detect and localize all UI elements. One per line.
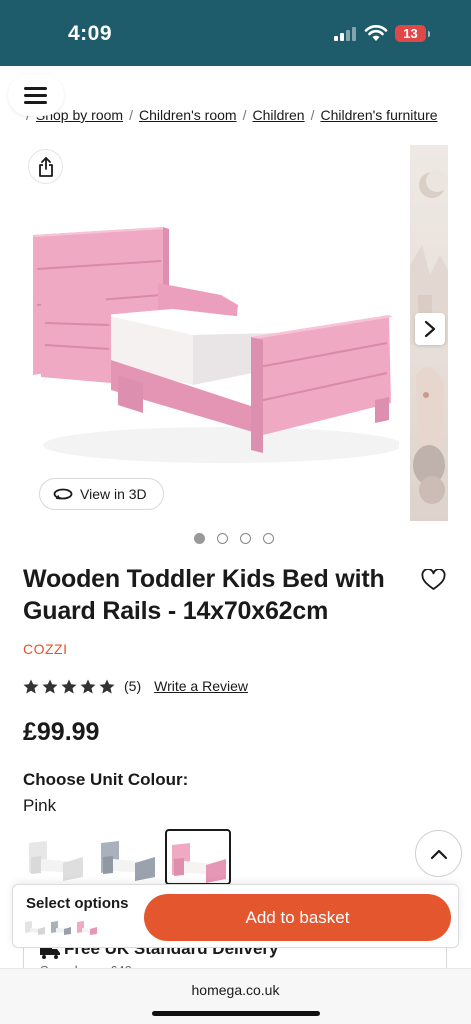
breadcrumb-separator: / bbox=[242, 107, 247, 123]
breadcrumb-childrens-room[interactable]: Children's room bbox=[139, 107, 237, 123]
product-price: £99.99 bbox=[23, 718, 100, 746]
white-bed-thumbnail bbox=[29, 841, 83, 881]
battery-tip bbox=[428, 31, 430, 37]
scroll-to-top-button[interactable] bbox=[415, 830, 462, 877]
gallery-next-button[interactable] bbox=[415, 313, 445, 345]
star-icon bbox=[80, 679, 96, 693]
gallery-dot[interactable] bbox=[194, 533, 205, 544]
breadcrumb-separator: / bbox=[310, 107, 315, 123]
share-button[interactable] bbox=[28, 149, 63, 184]
pink-bed-thumbnail bbox=[172, 843, 226, 883]
gallery-dot[interactable] bbox=[217, 533, 228, 544]
review-count[interactable]: (5) bbox=[124, 678, 141, 694]
mini-swatch-pink bbox=[77, 921, 97, 935]
product-title: Wooden Toddler Kids Bed with Guard Rails… bbox=[23, 565, 385, 625]
breadcrumb-childrens-furniture[interactable]: Children's furniture bbox=[320, 107, 437, 123]
url-text[interactable]: homega.co.uk bbox=[0, 982, 471, 998]
star-icon bbox=[42, 679, 58, 693]
selected-colour-value: Pink bbox=[23, 796, 57, 815]
mini-colour-swatches[interactable] bbox=[23, 919, 99, 936]
add-to-basket-button[interactable]: Add to basket bbox=[144, 894, 451, 941]
star-icon bbox=[23, 679, 39, 693]
status-time: 4:09 bbox=[68, 22, 113, 45]
brand-link[interactable]: COZZI bbox=[23, 641, 68, 657]
hamburger-menu-button[interactable] bbox=[8, 74, 64, 116]
gallery-dot[interactable] bbox=[240, 533, 251, 544]
view-in-3d-button[interactable]: View in 3D bbox=[39, 478, 164, 510]
battery-icon: 13 bbox=[395, 25, 426, 42]
product-rating: (5) Write a Review bbox=[23, 678, 248, 694]
select-options-label[interactable]: Select options bbox=[26, 895, 129, 912]
star-icon bbox=[99, 679, 115, 693]
share-icon bbox=[38, 156, 53, 177]
breadcrumb-separator: / bbox=[129, 107, 133, 123]
browser-address-bar: homega.co.uk bbox=[0, 968, 471, 1024]
status-bar: 4:09 13 bbox=[0, 0, 471, 66]
star-rating bbox=[23, 679, 115, 694]
breadcrumb-children[interactable]: Children bbox=[252, 107, 304, 123]
mini-swatch-grey bbox=[51, 921, 71, 935]
rotate-3d-icon bbox=[53, 488, 73, 500]
colour-swatch-grey[interactable] bbox=[95, 829, 161, 885]
gallery-dot[interactable] bbox=[263, 533, 274, 544]
pink-toddler-bed-image bbox=[33, 227, 399, 463]
chevron-up-icon bbox=[430, 849, 447, 859]
wifi-icon bbox=[364, 25, 388, 41]
sticky-basket-bar: Select options Add to basket bbox=[12, 884, 459, 948]
signal-icon bbox=[334, 27, 358, 41]
breadcrumb: / Shop by room / Children's room / Child… bbox=[26, 107, 438, 123]
home-indicator[interactable] bbox=[152, 1011, 320, 1016]
product-image[interactable] bbox=[23, 145, 399, 521]
grey-bed-thumbnail bbox=[101, 841, 155, 881]
gallery-pagination bbox=[194, 533, 274, 544]
mini-swatch-white bbox=[25, 921, 45, 935]
colour-swatch-pink[interactable] bbox=[165, 829, 231, 885]
chevron-right-icon bbox=[424, 320, 436, 338]
view-in-3d-label: View in 3D bbox=[80, 486, 147, 502]
colour-swatch-white[interactable] bbox=[23, 829, 89, 885]
colour-option-label: Choose Unit Colour: bbox=[23, 770, 189, 789]
heart-icon[interactable] bbox=[421, 569, 446, 591]
star-icon bbox=[61, 679, 77, 693]
write-review-link[interactable]: Write a Review bbox=[154, 678, 248, 694]
